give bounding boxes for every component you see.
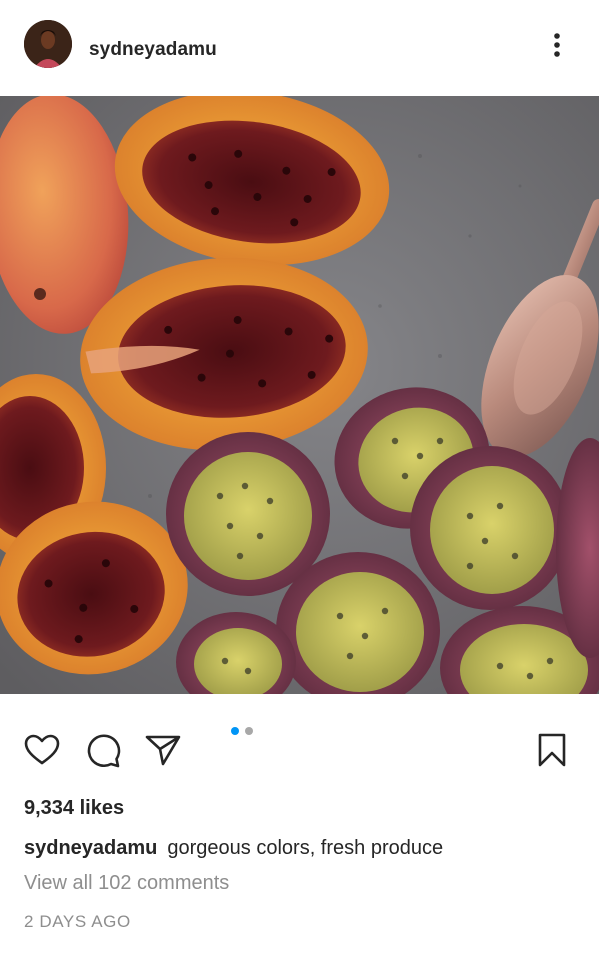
post-timestamp: 2 DAYS AGO: [24, 912, 131, 931]
caption-username[interactable]: sydneyadamu: [24, 837, 157, 859]
post-photo[interactable]: [0, 96, 599, 694]
send-icon[interactable]: [143, 730, 183, 770]
more-options-icon[interactable]: [545, 30, 569, 60]
avatar[interactable]: [24, 20, 72, 68]
post-username[interactable]: sydneyadamu: [89, 39, 217, 61]
comment-icon[interactable]: [83, 730, 123, 770]
post-actions-bar: [0, 694, 599, 794]
carousel-dot-active: [231, 727, 239, 735]
carousel-dot: [245, 727, 253, 735]
post-header: sydneyadamu: [0, 0, 599, 96]
like-count[interactable]: 9,334 likes: [24, 797, 124, 820]
caption-text: gorgeous colors, fresh produce: [167, 837, 444, 859]
caption: sydneyadamu gorgeous colors, fresh produc…: [24, 837, 443, 860]
view-comments-link[interactable]: View all 102 comments: [24, 872, 229, 895]
bookmark-icon[interactable]: [532, 730, 572, 770]
heart-icon[interactable]: [22, 730, 62, 770]
